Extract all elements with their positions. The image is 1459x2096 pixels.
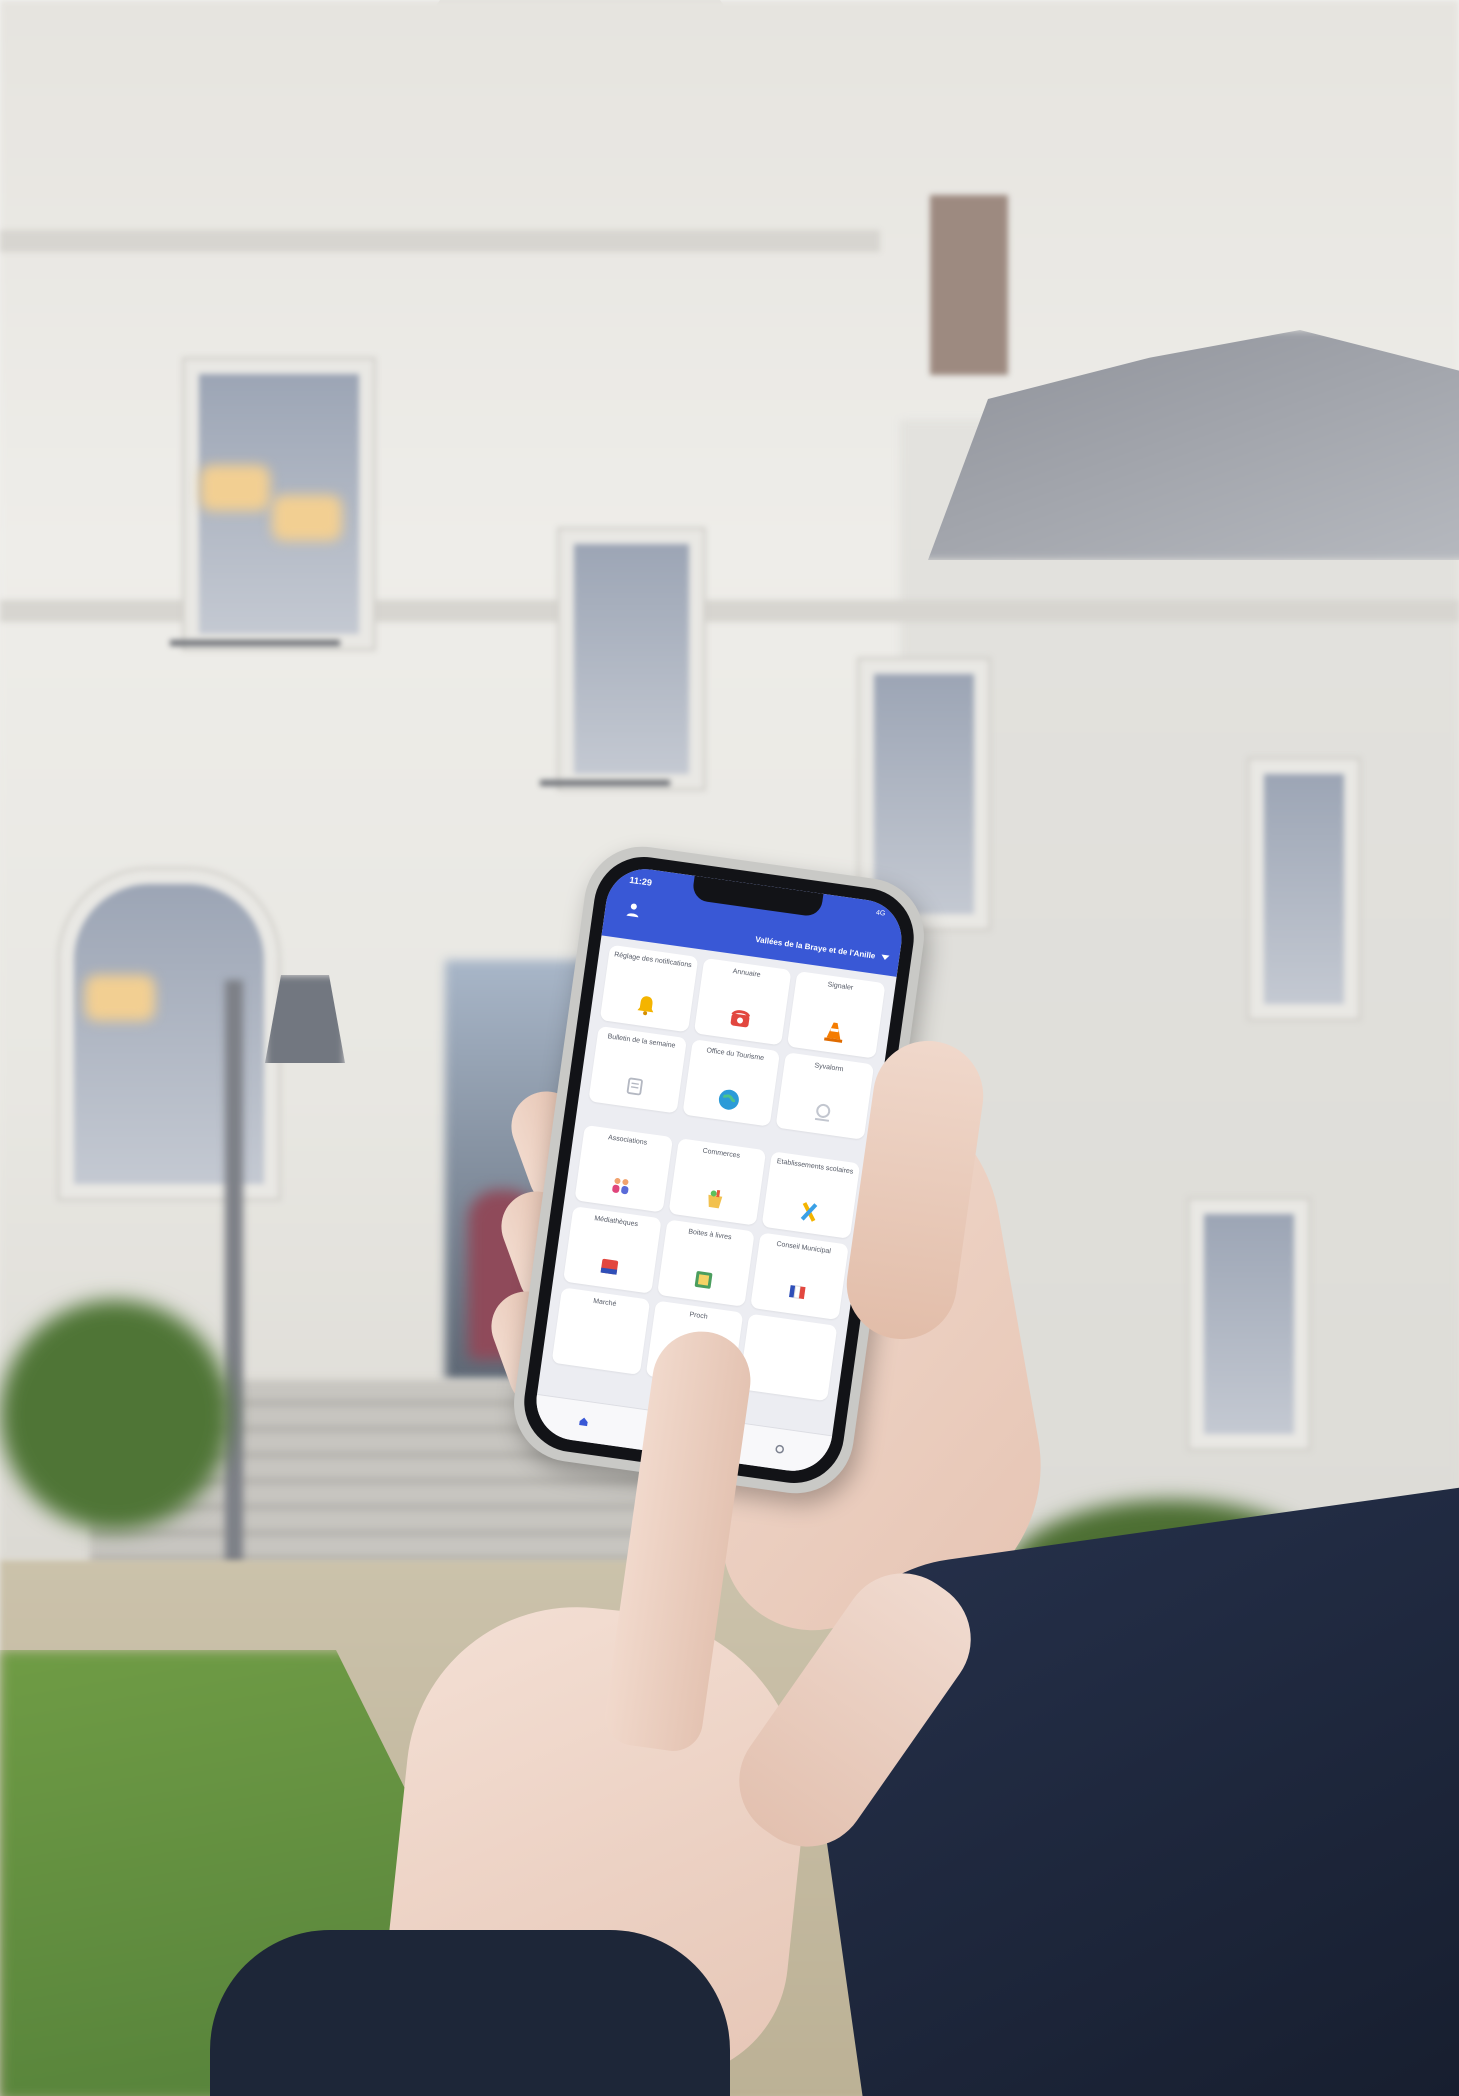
- tile-label: Commerces: [702, 1147, 741, 1160]
- tile-label: Syvalorm: [814, 1062, 844, 1074]
- tile-empty: [739, 1313, 838, 1402]
- tile-market[interactable]: Marché: [551, 1287, 650, 1375]
- tile-directory[interactable]: Annuaire: [693, 957, 792, 1046]
- window-light: [85, 975, 155, 1021]
- tile-schools[interactable]: Etablissements scolaires: [761, 1151, 861, 1239]
- flag-icon: [783, 1278, 812, 1307]
- cornice: [0, 230, 880, 252]
- arched-window: [60, 870, 278, 1198]
- window-light: [272, 495, 342, 541]
- tile-weekly-bulletin[interactable]: Bulletin de la semaine: [588, 1025, 687, 1114]
- bush: [0, 1300, 230, 1530]
- tile-label: Conseil Municipal: [775, 1240, 832, 1256]
- syvalorm-logo: [808, 1098, 837, 1127]
- tile-label: Office du Tourisme: [705, 1047, 765, 1063]
- commune-selector[interactable]: Vallées de la Braye et de l'Anille: [755, 935, 876, 961]
- tile-label: Bulletin de la semaine: [607, 1033, 676, 1050]
- book-box-icon: [689, 1265, 718, 1294]
- people-icon: [607, 1171, 636, 1200]
- home-icon: [578, 1417, 588, 1427]
- chimney: [930, 195, 1008, 375]
- status-time: 11:29: [628, 874, 653, 888]
- balcony: [540, 740, 670, 786]
- tile-associations[interactable]: Associations: [574, 1124, 673, 1213]
- tab-home[interactable]: [578, 1416, 589, 1427]
- globe-icon: [714, 1085, 743, 1114]
- window-light: [200, 465, 270, 511]
- tab-settings[interactable]: [774, 1444, 785, 1455]
- tile-label: Réglage des notifications: [613, 951, 693, 970]
- tile-notifications[interactable]: Réglage des notifications: [599, 944, 699, 1033]
- market-icon: [584, 1333, 613, 1362]
- status-network: 4G: [875, 909, 886, 918]
- window: [1250, 760, 1358, 1018]
- tile-syvalorm[interactable]: Syvalorm: [775, 1052, 875, 1140]
- tile-shops[interactable]: Commerces: [668, 1138, 767, 1226]
- tile-label: Proch: [688, 1311, 709, 1321]
- tile-municipal-council[interactable]: Conseil Municipal: [750, 1232, 849, 1321]
- tile-label: Signaler: [827, 981, 854, 992]
- profile-icon[interactable]: [624, 901, 642, 919]
- tile-tourism-office[interactable]: Office du Tourisme: [682, 1039, 781, 1127]
- tile-label: Médiathèques: [593, 1215, 639, 1229]
- tile-label: Etablissements scolaires: [776, 1158, 854, 1176]
- tile-label: Associations: [607, 1134, 648, 1147]
- window: [1190, 1200, 1308, 1448]
- tile-libraries[interactable]: Médiathèques: [562, 1206, 662, 1294]
- books-icon: [595, 1252, 624, 1281]
- tile-report[interactable]: Signaler: [787, 971, 886, 1059]
- bell-icon: [632, 991, 661, 1020]
- traffic-cone-icon: [819, 1017, 848, 1046]
- jacket-sleeve: [210, 1930, 730, 2096]
- newspaper-icon: [620, 1072, 649, 1101]
- shopping-bag-icon: [700, 1184, 729, 1213]
- phone-icon: [726, 1004, 755, 1033]
- tile-label: Marché: [592, 1297, 617, 1308]
- gear-icon: [775, 1444, 785, 1454]
- balcony: [170, 600, 340, 646]
- photo-scene: 11:29 4G Vallées de la Braye et de l'Ani…: [0, 0, 1459, 2096]
- tile-book-boxes[interactable]: Boites à livres: [656, 1219, 756, 1307]
- chevron-down-icon[interactable]: [880, 954, 890, 961]
- tile-label: Boites à livres: [687, 1228, 732, 1242]
- tile-label: Annuaire: [732, 968, 761, 979]
- pencil-ruler-icon: [794, 1197, 823, 1226]
